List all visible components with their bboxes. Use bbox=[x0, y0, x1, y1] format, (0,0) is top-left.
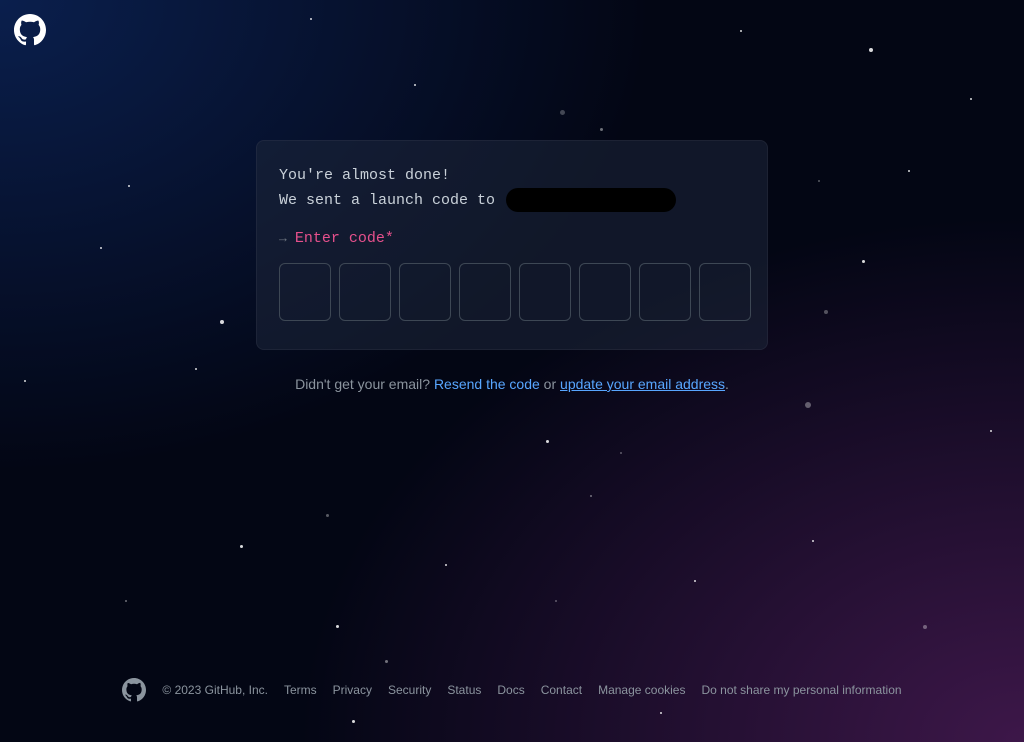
resend-prefix: Didn't get your email? bbox=[295, 376, 434, 392]
code-digit-2[interactable] bbox=[339, 263, 391, 321]
footer-link-contact[interactable]: Contact bbox=[541, 683, 582, 697]
heading-line-2: We sent a launch code to bbox=[279, 188, 745, 212]
code-input-group bbox=[279, 263, 745, 321]
code-digit-7[interactable] bbox=[639, 263, 691, 321]
card-heading: You're almost done! We sent a launch cod… bbox=[279, 165, 745, 212]
code-digit-5[interactable] bbox=[519, 263, 571, 321]
github-logo[interactable] bbox=[14, 14, 46, 51]
code-digit-8[interactable] bbox=[699, 263, 751, 321]
arrow-right-icon: → bbox=[279, 231, 287, 246]
footer-link-privacy[interactable]: Privacy bbox=[333, 683, 372, 697]
redacted-email bbox=[506, 188, 676, 212]
footer: © 2023 GitHub, Inc. Terms Privacy Securi… bbox=[0, 678, 1024, 702]
launch-code-card: You're almost done! We sent a launch cod… bbox=[256, 140, 768, 350]
github-mark-icon bbox=[122, 678, 146, 702]
required-indicator: * bbox=[385, 230, 394, 247]
resend-suffix: . bbox=[725, 376, 729, 392]
code-digit-6[interactable] bbox=[579, 263, 631, 321]
enter-code-label: Enter code bbox=[295, 230, 385, 247]
update-email-link[interactable]: update your email address bbox=[560, 376, 725, 392]
code-digit-4[interactable] bbox=[459, 263, 511, 321]
code-digit-3[interactable] bbox=[399, 263, 451, 321]
resend-middle: or bbox=[540, 376, 560, 392]
heading-line-1: You're almost done! bbox=[279, 165, 745, 188]
footer-link-security[interactable]: Security bbox=[388, 683, 431, 697]
resend-line: Didn't get your email? Resend the code o… bbox=[256, 376, 768, 392]
footer-link-manage-cookies[interactable]: Manage cookies bbox=[598, 683, 685, 697]
github-mark-icon bbox=[14, 14, 46, 46]
footer-link-do-not-share[interactable]: Do not share my personal information bbox=[701, 683, 901, 697]
code-digit-1[interactable] bbox=[279, 263, 331, 321]
footer-copyright: © 2023 GitHub, Inc. bbox=[162, 683, 268, 697]
resend-code-link[interactable]: Resend the code bbox=[434, 376, 540, 392]
enter-code-prompt: → Enter code* bbox=[279, 230, 745, 247]
github-logo-footer[interactable] bbox=[122, 678, 146, 702]
footer-link-status[interactable]: Status bbox=[447, 683, 481, 697]
footer-link-docs[interactable]: Docs bbox=[497, 683, 524, 697]
footer-link-terms[interactable]: Terms bbox=[284, 683, 317, 697]
